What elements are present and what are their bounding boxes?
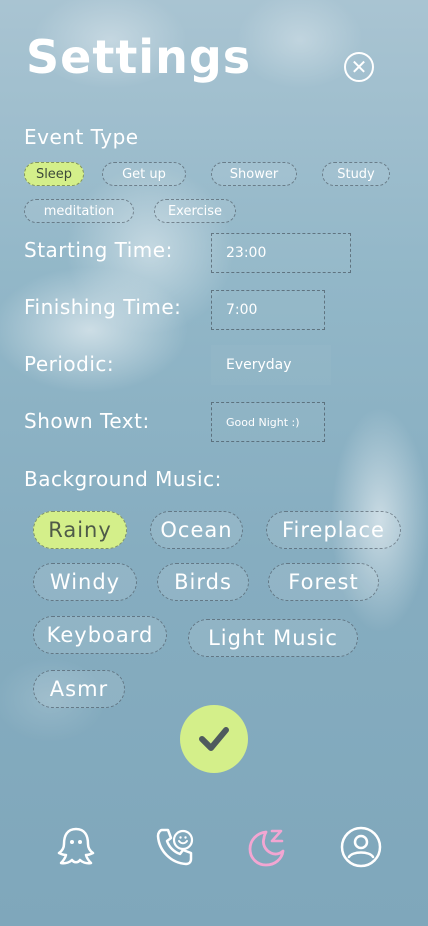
finishing-time-label: Finishing Time: [24,295,182,319]
background-music-label: Background Music: [24,467,222,491]
event-chip-sleep[interactable]: Sleep [24,162,84,186]
nav-ghost[interactable] [53,824,99,870]
music-chip-birds[interactable]: Birds [157,563,249,601]
music-chip-rainy[interactable]: Rainy [33,511,127,549]
event-type-label: Event Type [24,125,139,149]
event-chip-get-up[interactable]: Get up [102,162,186,186]
nav-sleep[interactable] [244,824,290,870]
music-chip-forest[interactable]: Forest [268,563,379,601]
periodic-label: Periodic: [24,352,115,376]
music-chip-fireplace[interactable]: Fireplace [266,511,401,549]
checkmark-icon [199,727,229,751]
page-title: Settings [26,30,252,84]
starting-time-label: Starting Time: [24,238,173,262]
music-chip-windy[interactable]: Windy [33,563,137,601]
music-chip-light-music[interactable]: Light Music [188,619,358,657]
periodic-field[interactable]: Everyday [211,345,331,385]
close-button[interactable]: ✕ [344,52,374,82]
moon-sleep-icon [248,829,285,867]
music-chip-ocean[interactable]: Ocean [150,511,243,549]
confirm-button[interactable] [180,705,248,773]
profile-icon [340,826,382,868]
close-icon: ✕ [350,55,368,79]
nav-profile[interactable] [338,824,384,870]
event-chip-shower[interactable]: Shower [211,162,297,186]
phone-icon [156,828,194,866]
event-chip-study[interactable]: Study [322,162,390,186]
event-chip-meditation[interactable]: meditation [24,199,134,223]
nav-phone[interactable] [152,824,198,870]
shown-text-field[interactable]: Good Night :) [211,402,325,442]
ghost-icon [57,827,95,865]
music-chip-keyboard[interactable]: Keyboard [33,616,167,654]
shown-text-label: Shown Text: [24,409,150,433]
music-chip-asmr[interactable]: Asmr [33,670,125,708]
event-chip-exercise[interactable]: Exercise [154,199,236,223]
finishing-time-field[interactable]: 7:00 [211,290,325,330]
starting-time-field[interactable]: 23:00 [211,233,351,273]
